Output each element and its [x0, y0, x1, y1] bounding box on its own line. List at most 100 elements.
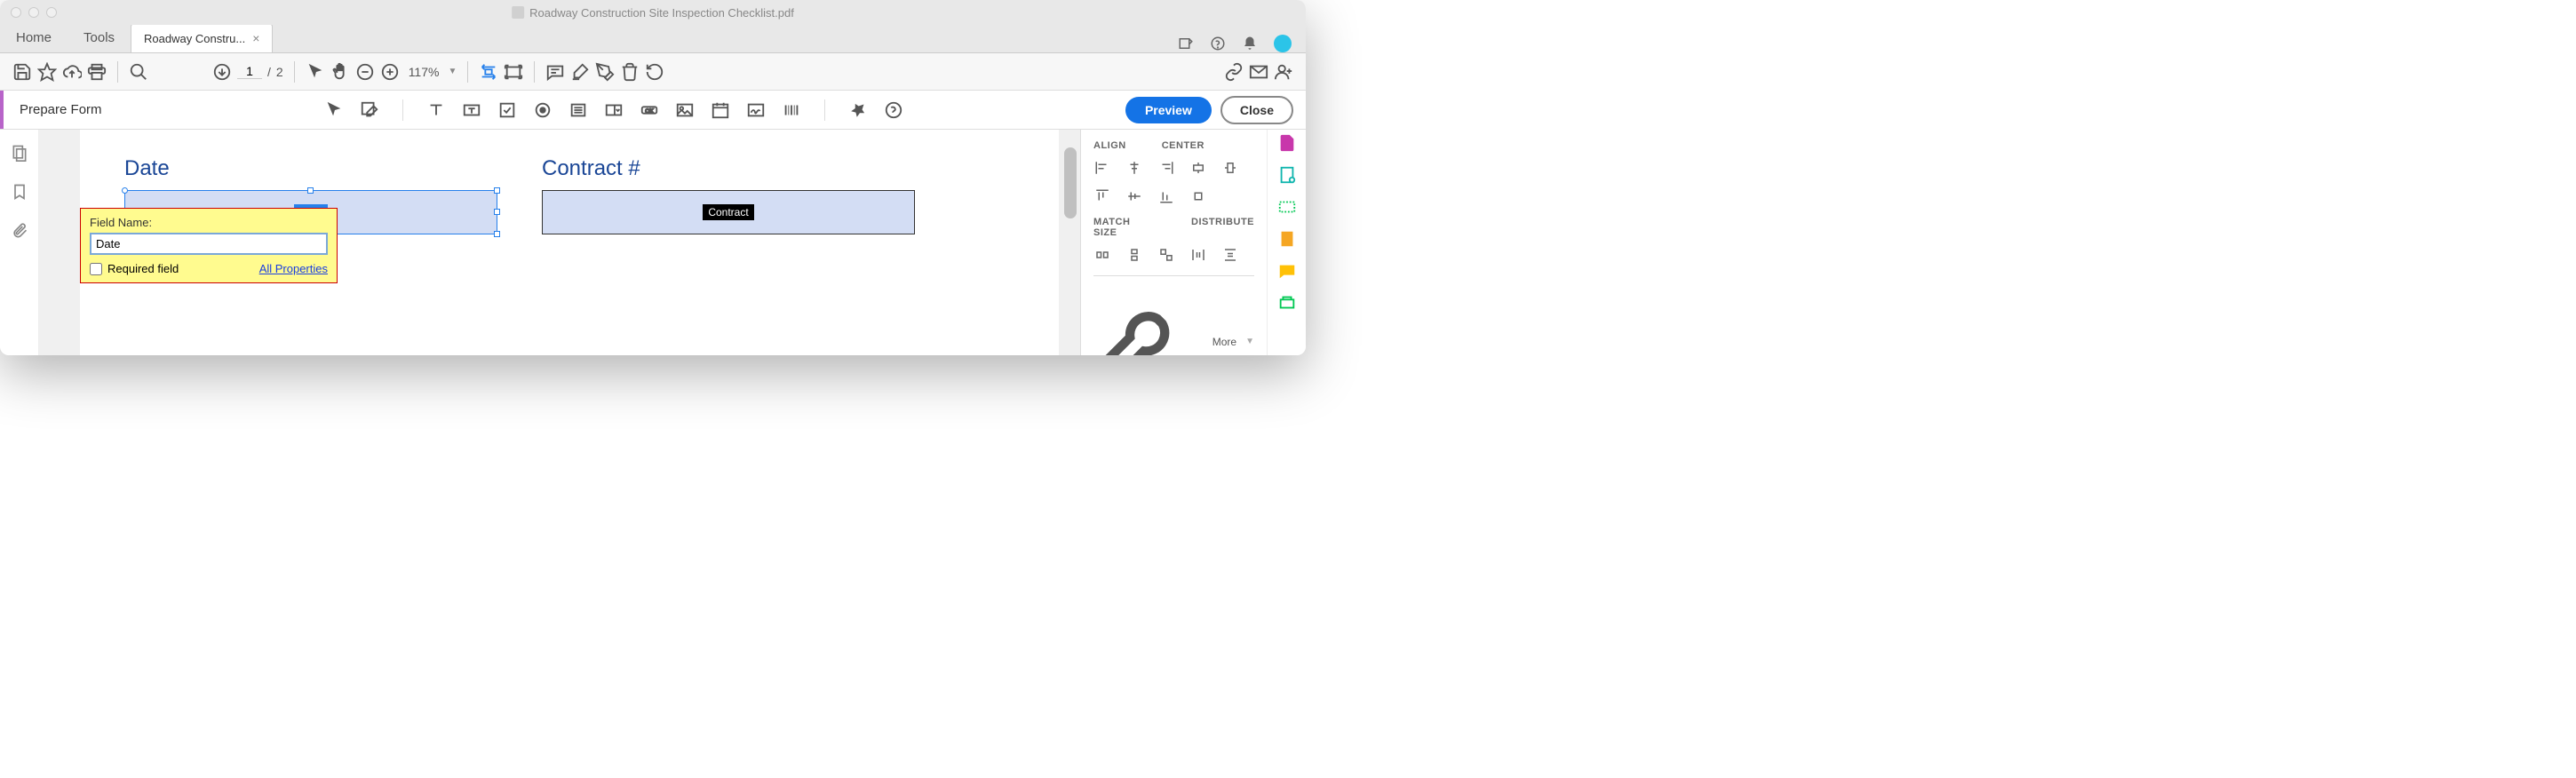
- tab-home[interactable]: Home: [0, 23, 68, 52]
- save-icon[interactable]: [12, 62, 32, 82]
- tab-tools[interactable]: Tools: [68, 23, 131, 52]
- fit-page-icon[interactable]: [504, 62, 523, 82]
- export-pdf-icon[interactable]: [1277, 165, 1297, 185]
- zoom-level[interactable]: 117%: [405, 65, 443, 79]
- zoom-out-icon[interactable]: [355, 62, 375, 82]
- titlebar: Roadway Construction Site Inspection Che…: [0, 0, 1306, 25]
- align-heading: ALIGN: [1093, 140, 1126, 151]
- share-icon[interactable]: [1178, 36, 1194, 52]
- center-h-icon[interactable]: [1189, 160, 1207, 176]
- thumbnails-icon[interactable]: [11, 144, 28, 162]
- barcode-icon[interactable]: [782, 100, 801, 120]
- pdf-file-icon: [512, 6, 524, 19]
- print-icon[interactable]: [87, 62, 107, 82]
- tab-close-icon[interactable]: ×: [252, 31, 259, 45]
- distribute-v-icon[interactable]: [1221, 247, 1239, 263]
- select-tool-icon[interactable]: [324, 100, 344, 120]
- create-pdf-icon[interactable]: [1277, 133, 1297, 153]
- tabbar: Home Tools Roadway Constru... ×: [0, 25, 1306, 53]
- contract-form-field[interactable]: Contract: [542, 190, 915, 234]
- contract-field-tag: Contract: [703, 204, 753, 220]
- zoom-in-icon[interactable]: [380, 62, 400, 82]
- bell-icon[interactable]: [1242, 36, 1258, 52]
- delete-icon[interactable]: [620, 62, 640, 82]
- align-center-h-icon[interactable]: [1125, 160, 1143, 176]
- tool-accent: [0, 91, 4, 129]
- link-icon[interactable]: [1224, 62, 1244, 82]
- list-box-icon[interactable]: [568, 100, 588, 120]
- chevron-down-icon: ▼: [1245, 337, 1254, 346]
- preview-button[interactable]: Preview: [1125, 97, 1212, 123]
- center-v-icon[interactable]: [1221, 160, 1239, 176]
- organize-icon[interactable]: [1277, 261, 1297, 281]
- draw-icon[interactable]: [595, 62, 615, 82]
- required-checkbox[interactable]: Required field: [90, 262, 179, 275]
- hand-icon[interactable]: [330, 62, 350, 82]
- align-bottom-icon[interactable]: [1157, 188, 1175, 204]
- text-box-icon[interactable]: [462, 100, 481, 120]
- bookmark-icon[interactable]: [11, 183, 28, 201]
- window-maximize-button[interactable]: [46, 7, 57, 18]
- image-field-icon[interactable]: [675, 100, 695, 120]
- align-right-icon[interactable]: [1157, 160, 1175, 176]
- page-current-input[interactable]: [237, 64, 262, 79]
- distribute-h-icon[interactable]: [1189, 247, 1207, 263]
- fit-width-icon[interactable]: [479, 62, 498, 82]
- cloud-upload-icon[interactable]: [62, 62, 82, 82]
- close-button[interactable]: Close: [1220, 96, 1293, 124]
- edit-pdf-icon[interactable]: [1277, 197, 1297, 217]
- highlight-icon[interactable]: [570, 62, 590, 82]
- person-add-icon[interactable]: [1274, 62, 1293, 82]
- more-button[interactable]: More ▼: [1093, 275, 1254, 355]
- button-icon[interactable]: OK: [640, 100, 659, 120]
- vertical-scrollbar[interactable]: [1064, 147, 1077, 218]
- comment-icon[interactable]: [545, 62, 565, 82]
- align-middle-icon[interactable]: [1125, 188, 1143, 204]
- radio-icon[interactable]: [533, 100, 553, 120]
- combine-icon[interactable]: [1277, 293, 1297, 313]
- pin-icon[interactable]: [848, 100, 868, 120]
- date-field-icon[interactable]: [711, 100, 730, 120]
- prepare-form-label: Prepare Form: [20, 102, 102, 117]
- checkbox-icon[interactable]: [497, 100, 517, 120]
- window-close-button[interactable]: [11, 7, 21, 18]
- center-heading: CENTER: [1162, 140, 1205, 151]
- resize-handle[interactable]: [494, 231, 500, 237]
- signature-icon[interactable]: [746, 100, 766, 120]
- help-circle-icon[interactable]: [884, 100, 903, 120]
- match-both-icon[interactable]: [1157, 247, 1175, 263]
- star-icon[interactable]: [37, 62, 57, 82]
- right-tool-rail: [1267, 130, 1306, 355]
- resize-handle[interactable]: [122, 187, 128, 194]
- search-icon[interactable]: [129, 62, 148, 82]
- comment-tool-icon[interactable]: [1277, 229, 1297, 249]
- undo-icon[interactable]: [645, 62, 664, 82]
- pointer-icon[interactable]: [306, 62, 325, 82]
- resize-handle[interactable]: [307, 187, 314, 194]
- user-avatar[interactable]: [1274, 35, 1292, 52]
- resize-handle[interactable]: [494, 187, 500, 194]
- align-top-icon[interactable]: [1093, 188, 1111, 204]
- wrench-icon: [1093, 287, 1204, 355]
- document-canvas[interactable]: Date Date Fie: [39, 130, 1080, 355]
- resize-handle[interactable]: [494, 209, 500, 215]
- help-icon[interactable]: [1210, 36, 1226, 52]
- edit-icon[interactable]: [360, 100, 379, 120]
- email-icon[interactable]: [1249, 62, 1268, 82]
- all-properties-link[interactable]: All Properties: [259, 262, 328, 275]
- page-down-icon[interactable]: [212, 62, 232, 82]
- zoom-dropdown-icon[interactable]: ▼: [448, 67, 457, 76]
- center-both-icon[interactable]: [1189, 188, 1207, 204]
- fieldname-input[interactable]: [90, 233, 328, 255]
- match-width-icon[interactable]: [1093, 247, 1111, 263]
- window-minimize-button[interactable]: [28, 7, 39, 18]
- text-field-icon[interactable]: [426, 100, 446, 120]
- attachment-icon[interactable]: [11, 222, 28, 240]
- required-checkbox-input[interactable]: [90, 263, 102, 275]
- dropdown-icon[interactable]: [604, 100, 624, 120]
- match-height-icon[interactable]: [1125, 247, 1143, 263]
- prepare-form-toolbar: Prepare Form OK Preview Close: [0, 91, 1306, 130]
- svg-text:OK: OK: [645, 107, 654, 114]
- tab-document[interactable]: Roadway Constru... ×: [131, 23, 273, 52]
- align-left-icon[interactable]: [1093, 160, 1111, 176]
